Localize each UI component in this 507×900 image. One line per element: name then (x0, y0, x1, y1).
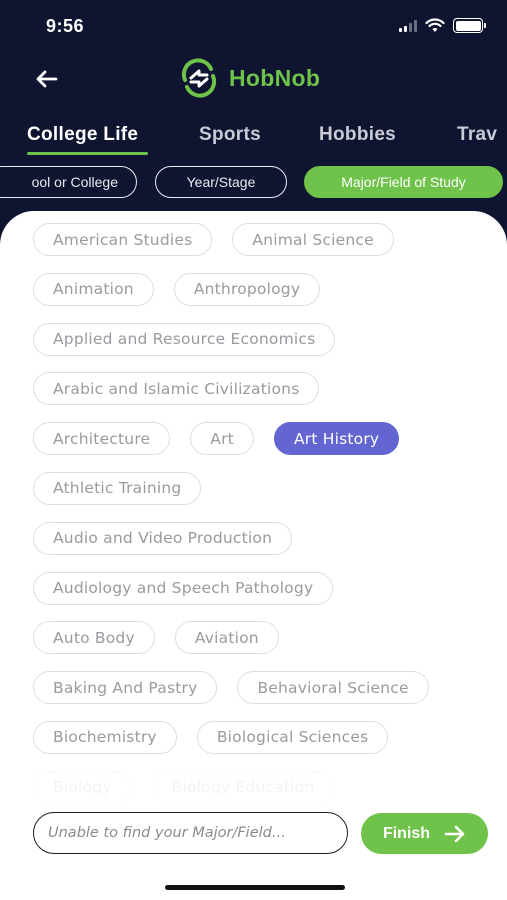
subtab-major-field[interactable]: Major/Field of Study (304, 166, 503, 198)
chip-row: Biology Biology Education (33, 770, 493, 805)
chip-row: Applied and Resource Economics (33, 322, 493, 357)
app-header: HobNob (0, 52, 507, 106)
tab-college-life[interactable]: College Life (27, 124, 138, 146)
subtab-year-stage[interactable]: Year/Stage (155, 166, 287, 198)
finish-button[interactable]: Finish (361, 813, 488, 854)
major-chip[interactable]: Audiology and Speech Pathology (33, 571, 334, 605)
battery-icon (453, 18, 486, 33)
major-chip[interactable]: Art History (273, 422, 400, 456)
chip-row: Audiology and Speech Pathology (33, 571, 493, 606)
chip-row: Auto Body Aviation (33, 621, 493, 655)
major-chip-list: American Studies Animal Science Animation A… (33, 223, 493, 821)
major-chip[interactable]: American Studies (33, 223, 213, 256)
active-tab-indicator (27, 152, 148, 155)
chip-row: Audio and Video Production (33, 521, 493, 556)
chip-row: Biochemistry Biological Sciences (33, 720, 493, 755)
majors-sheet: American Studies Animal Science Animation A… (0, 211, 507, 900)
wifi-icon (425, 18, 445, 32)
status-icons (399, 18, 486, 33)
major-chip[interactable]: Architecture (33, 422, 171, 456)
home-indicator (165, 885, 345, 890)
category-tabs: College Life Sports Hobbies Trav (0, 120, 507, 160)
major-chip[interactable]: Biology Education (151, 770, 335, 804)
major-chip[interactable]: Animation (33, 272, 154, 306)
tab-hobbies[interactable]: Hobbies (319, 124, 396, 146)
chip-row: Animation Anthropology (33, 272, 493, 307)
major-chip[interactable]: Auto Body (33, 621, 155, 655)
major-chip[interactable]: Applied and Resource Economics (33, 322, 336, 356)
major-chip[interactable]: Art (190, 422, 254, 456)
chip-row: Arabic and Islamic Civilizations (33, 372, 493, 406)
chip-row: American Studies Animal Science (33, 223, 493, 257)
tab-sports[interactable]: Sports (199, 124, 261, 146)
major-chip[interactable]: Animal Science (232, 223, 394, 256)
major-chip[interactable]: Audio and Video Production (33, 521, 293, 555)
major-chip[interactable]: Biochemistry (33, 720, 177, 754)
tab-travel[interactable]: Trav (457, 124, 497, 146)
chip-row: Baking And Pastry Behavioral Science (33, 671, 493, 705)
finish-button-label: Finish (382, 824, 431, 842)
cellular-signal-icon (399, 19, 417, 32)
major-chip[interactable]: Biological Sciences (196, 720, 389, 754)
major-chip[interactable]: Athletic Training (33, 471, 202, 505)
arrow-right-icon (444, 825, 465, 842)
status-time: 9:56 (46, 16, 85, 36)
logo-text: HobNob (229, 64, 321, 91)
major-chip[interactable]: Biology (33, 770, 132, 804)
subcategory-tabs: ool or College Year/Stage Major/Field of… (0, 166, 507, 200)
major-chip[interactable]: Arabic and Islamic Civilizations (33, 372, 320, 406)
major-chip[interactable]: Aviation (174, 621, 279, 655)
subtab-school-or-college[interactable]: ool or College (0, 166, 137, 198)
chip-row: Architecture Art Art History (33, 422, 493, 456)
hobnob-logo-icon (181, 58, 217, 98)
status-bar: 9:56 (0, 0, 507, 52)
major-chip[interactable]: Behavioral Science (237, 671, 429, 705)
major-chip[interactable]: Anthropology (173, 272, 321, 306)
app-logo: HobNob (177, 58, 320, 98)
back-button[interactable] (30, 62, 64, 96)
major-search-input[interactable] (33, 812, 348, 854)
arrow-left-icon (36, 70, 58, 88)
chip-row: Athletic Training (33, 471, 493, 506)
major-chip[interactable]: Baking And Pastry (33, 671, 218, 705)
